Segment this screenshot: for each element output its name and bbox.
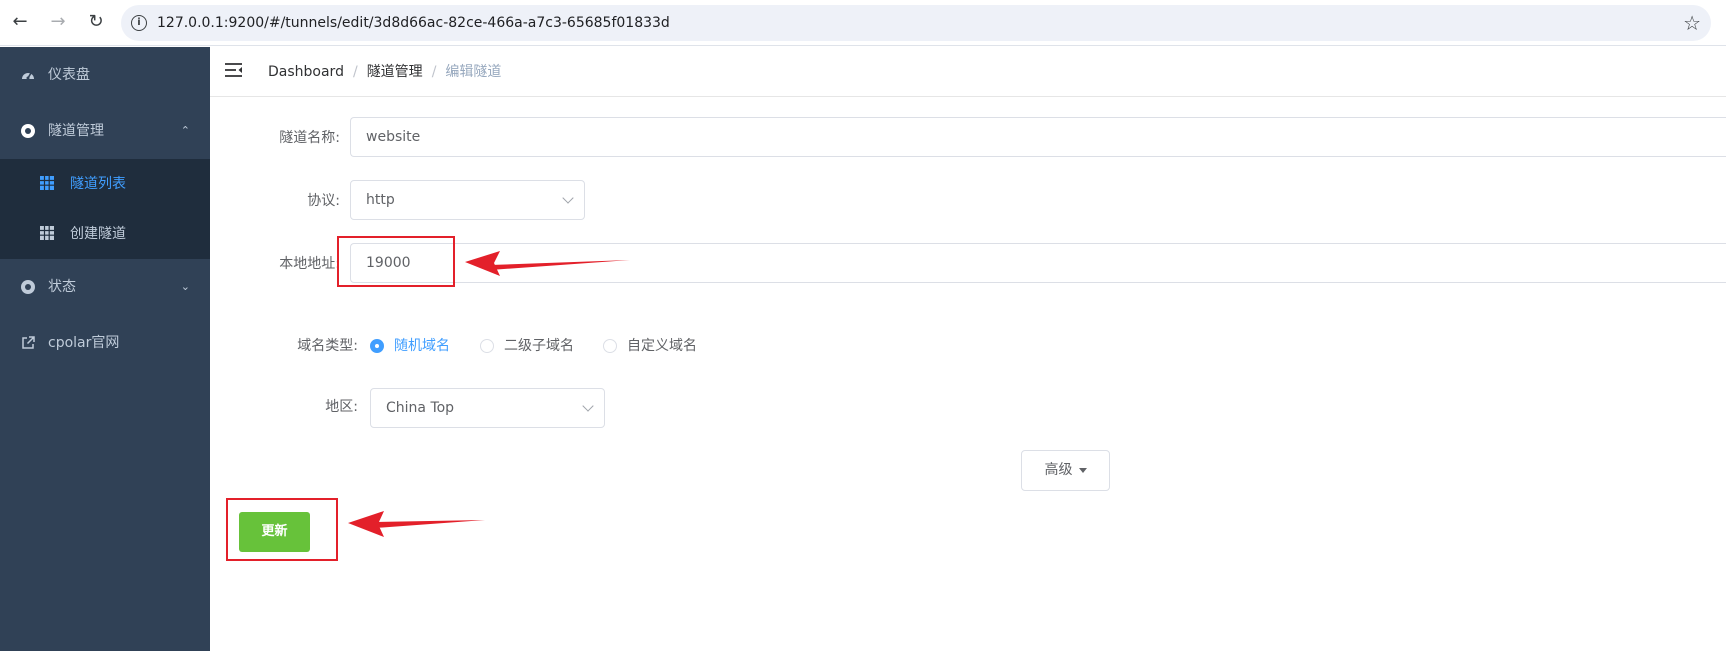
annotation-arrows [348,251,630,537]
annotation-arrow [465,251,630,276]
annotation-arrow [348,511,485,537]
